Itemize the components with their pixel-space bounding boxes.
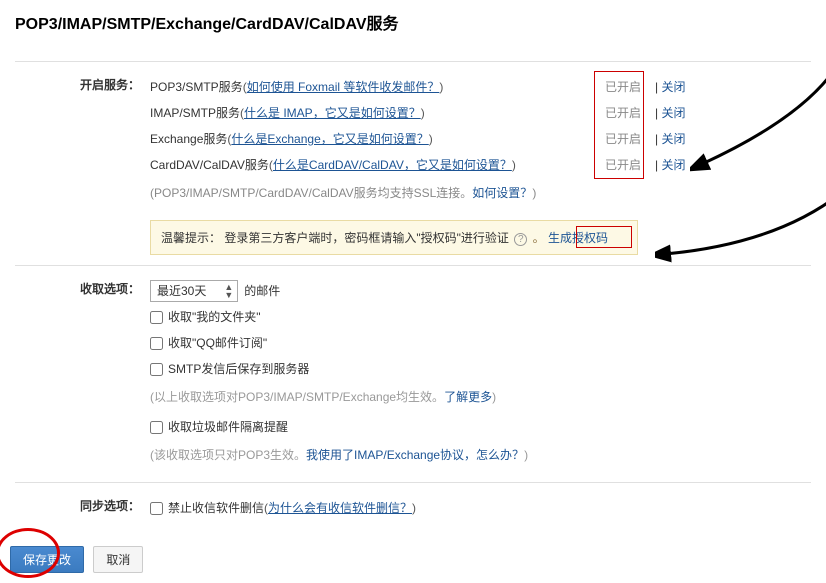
help-icon[interactable]: ?: [514, 233, 527, 246]
paren: ): [439, 74, 443, 100]
select-value: 最近30天: [157, 278, 206, 304]
tip-box: 温馨提示： 登录第三方客户端时，密码框请输入"授权码"进行验证 ? 。 生成授权…: [150, 220, 638, 255]
chk-forbid-delete[interactable]: [150, 502, 163, 515]
chk-qq-subscribe[interactable]: [150, 337, 163, 350]
sync-help-link[interactable]: 为什么会有收信软件删信？: [268, 495, 412, 521]
gen-auth-code-link[interactable]: 生成授权码: [548, 231, 608, 245]
service-name: CardDAV/CalDAV服务: [150, 152, 269, 178]
ssl-note: (POP3/IMAP/SMTP/CardDAV/CalDAV服务均支持SSL连接…: [150, 180, 811, 206]
chk-smtp-save[interactable]: [150, 363, 163, 376]
status-off-link[interactable]: 关闭: [661, 80, 685, 94]
receive-note-1: (以上收取选项对POP3/IMAP/SMTP/Exchange均生效。 了解更多…: [150, 384, 811, 410]
service-name: Exchange服务: [150, 126, 227, 152]
enable-label: 开启服务：: [15, 74, 150, 255]
chk-my-folder[interactable]: [150, 311, 163, 324]
sync-options-section: 同步选项： 禁止收信软件删信 ( 为什么会有收信软件删信？ ): [15, 495, 811, 521]
tip-text: 登录第三方客户端时，密码框请输入"授权码"进行验证: [224, 231, 509, 245]
receive-note-2: (该收取选项只对POP3生效。 我使用了IMAP/Exchange协议，怎么办？…: [150, 442, 811, 468]
status-off-link[interactable]: 关闭: [661, 106, 685, 120]
service-row-carddav: CardDAV/CalDAV服务 ( 什么是CardDAV/CalDAV，它又是…: [150, 152, 811, 178]
status-off-link[interactable]: 关闭: [661, 132, 685, 146]
imap-howto-link[interactable]: 我使用了IMAP/Exchange协议，怎么办？: [306, 442, 524, 468]
receive-options-section: 收取选项： 最近30天 ▲▼ 的邮件 收取"我的文件夹" 收取"QQ邮件订阅" …: [15, 278, 811, 472]
service-name: IMAP/SMTP服务: [150, 100, 240, 126]
separator: [15, 265, 811, 266]
status-off-link[interactable]: 关闭: [661, 158, 685, 172]
ssl-help-link[interactable]: 如何设置？: [472, 180, 532, 206]
chk-label: 收取"我的文件夹": [168, 304, 261, 330]
service-row-imap: IMAP/SMTP服务 ( 什么是 IMAP，它又是如何设置？ ) 已开启 | …: [150, 100, 811, 126]
footer: 保存更改 取消: [0, 536, 826, 583]
chk-label: SMTP发信后保存到服务器: [168, 356, 309, 382]
service-row-exchange: Exchange服务 ( 什么是Exchange，它又是如何设置？ ) 已开启 …: [150, 126, 811, 152]
cancel-button[interactable]: 取消: [93, 546, 143, 573]
service-help-link[interactable]: 什么是CardDAV/CalDAV，它又是如何设置？: [273, 152, 512, 178]
chk-label: 收取"QQ邮件订阅": [168, 330, 267, 356]
tip-label: 温馨提示：: [161, 231, 221, 245]
status-on: 已开启: [605, 74, 655, 100]
status-on: 已开启: [605, 152, 655, 178]
sync-label: 同步选项：: [15, 495, 150, 521]
service-help-link[interactable]: 什么是Exchange，它又是如何设置？: [231, 126, 428, 152]
chk-spam-remind[interactable]: [150, 421, 163, 434]
chk-label: 收取垃圾邮件隔离提醒: [168, 414, 288, 440]
select-arrows-icon: ▲▼: [224, 283, 233, 299]
status-on: 已开启: [605, 100, 655, 126]
save-button[interactable]: 保存更改: [10, 546, 84, 573]
service-name: POP3/SMTP服务: [150, 74, 243, 100]
status-on: 已开启: [605, 126, 655, 152]
service-row-pop3: POP3/SMTP服务 ( 如何使用 Foxmail 等软件收发邮件？ ) 已开…: [150, 74, 811, 100]
learn-more-link[interactable]: 了解更多: [444, 384, 492, 410]
chk-label: 禁止收信软件删信: [168, 495, 264, 521]
receive-label: 收取选项：: [15, 278, 150, 472]
service-help-link[interactable]: 如何使用 Foxmail 等软件收发邮件？: [247, 74, 440, 100]
enable-services-section: 开启服务： POP3/SMTP服务 ( 如何使用 Foxmail 等软件收发邮件…: [15, 74, 811, 255]
page-title: POP3/IMAP/SMTP/Exchange/CardDAV/CalDAV服务: [15, 10, 811, 46]
days-select[interactable]: 最近30天 ▲▼: [150, 280, 238, 302]
service-help-link[interactable]: 什么是 IMAP，它又是如何设置？: [244, 100, 421, 126]
select-suffix: 的邮件: [244, 278, 280, 304]
separator: [15, 61, 811, 62]
separator: [15, 482, 811, 483]
